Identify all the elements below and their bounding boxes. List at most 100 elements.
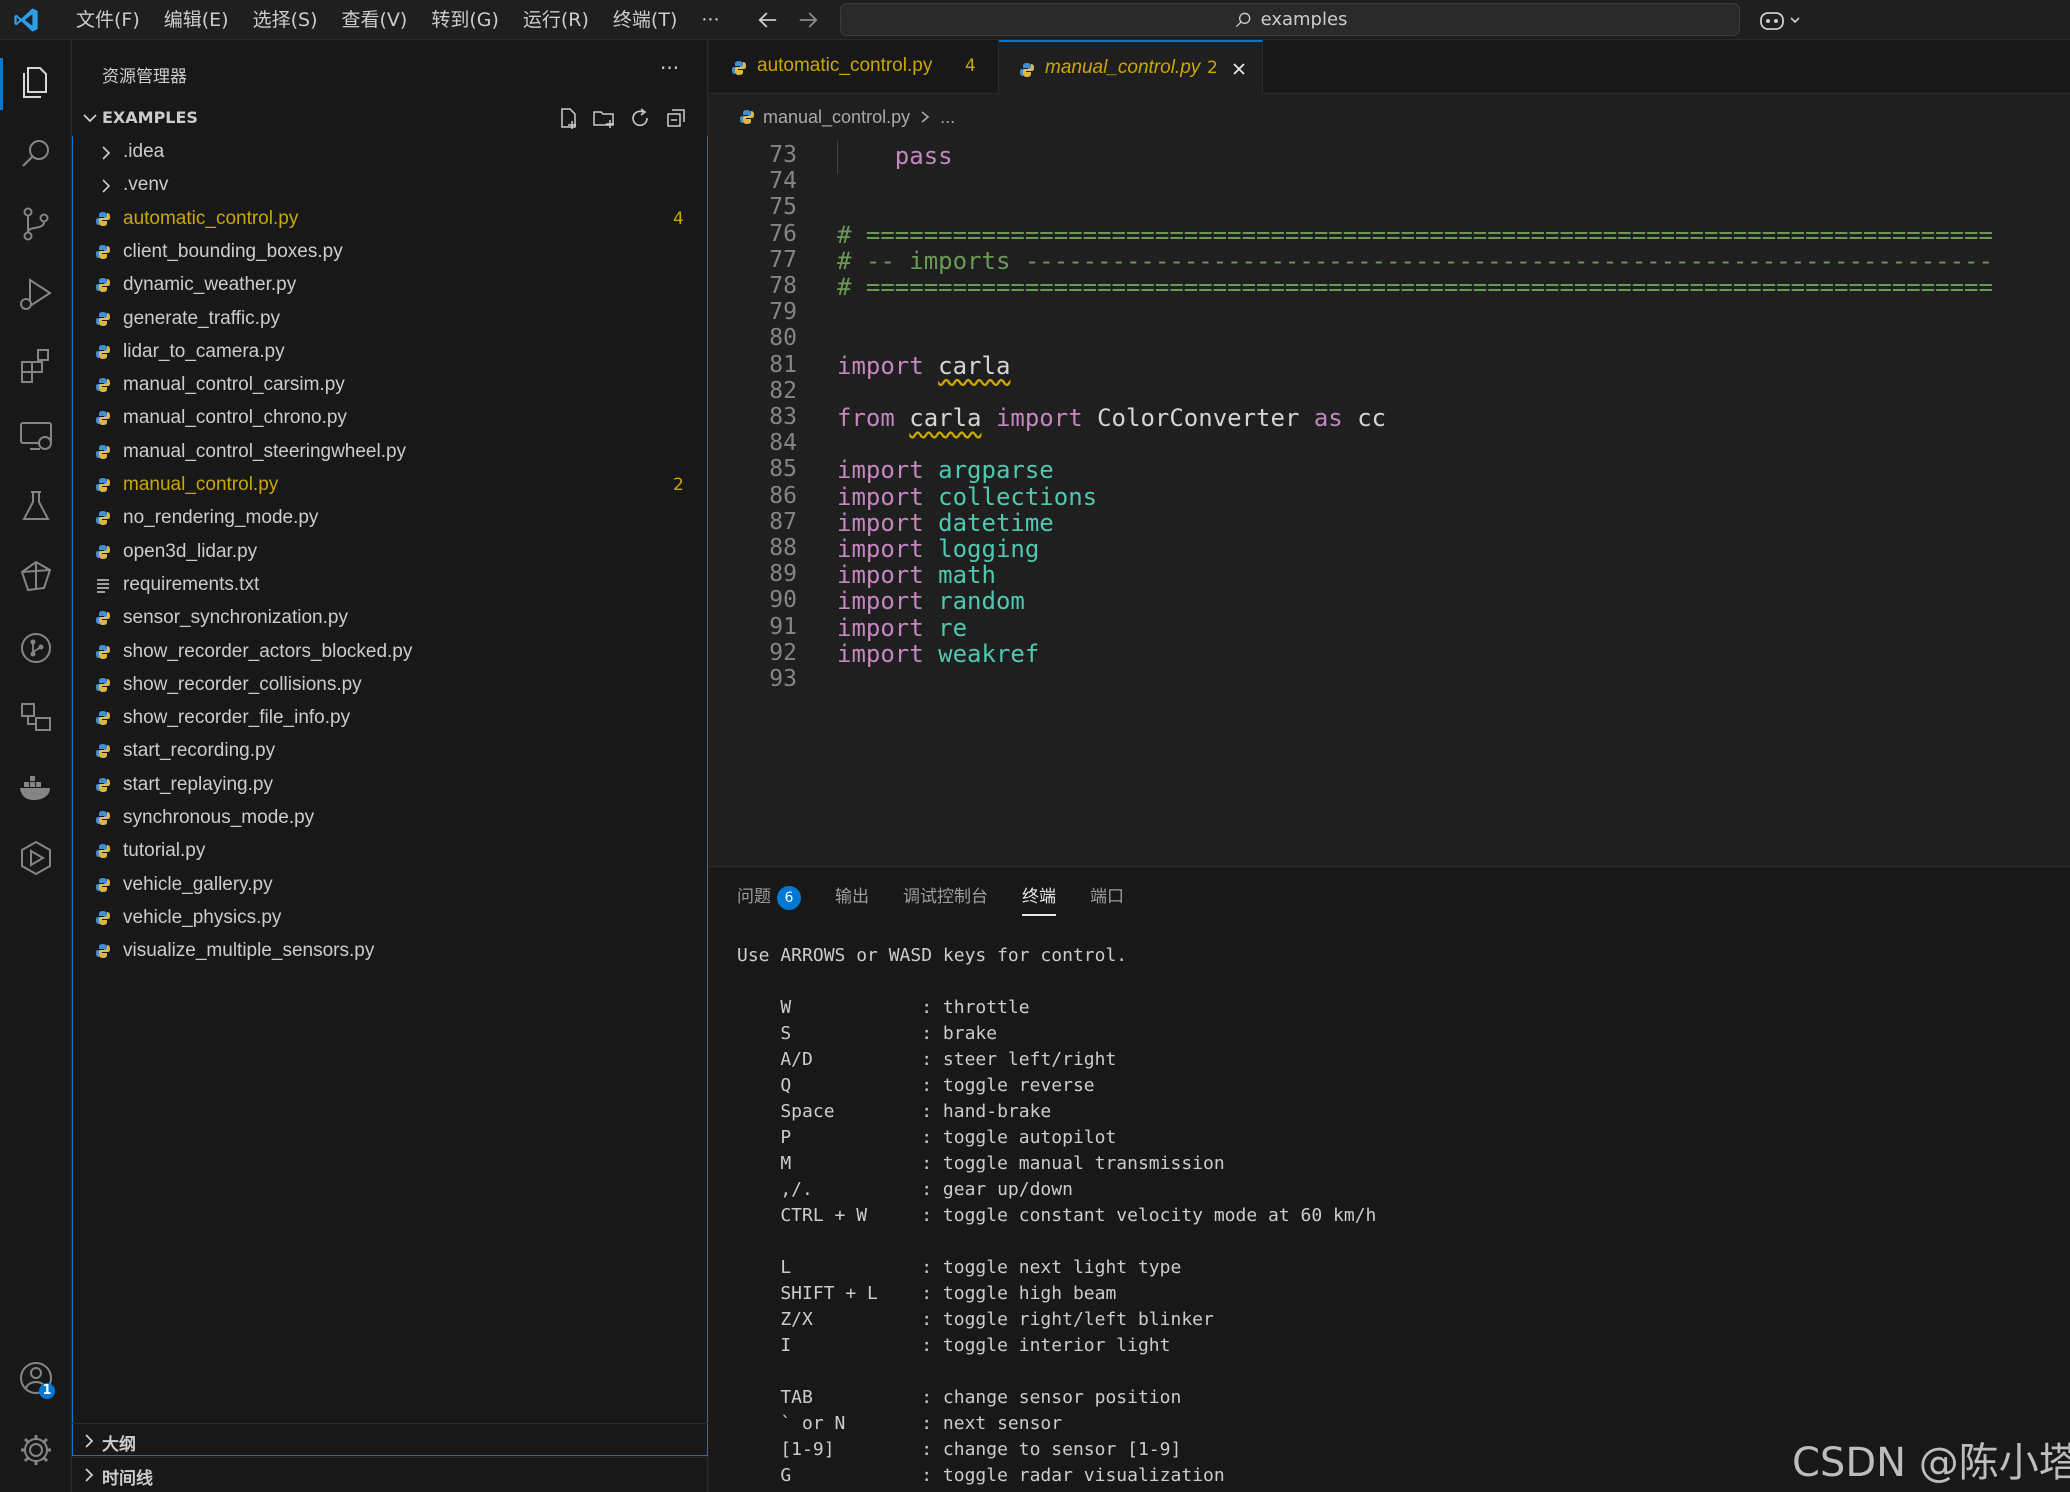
problem-count-badge: 2 (673, 475, 684, 495)
timeline-section[interactable]: 时间线 (72, 1457, 708, 1491)
file-item[interactable]: show_recorder_file_info.py (73, 702, 707, 735)
outline-section[interactable]: 大纲 (72, 1423, 708, 1457)
panel-tab[interactable]: 问题 6 (737, 882, 801, 912)
panel-tab[interactable]: 调试控制台 (903, 882, 988, 912)
panel-tab[interactable]: 输出 (835, 882, 869, 912)
forward-arrow-icon[interactable] (794, 6, 822, 34)
carla-plugin-icon[interactable] (14, 554, 58, 598)
file-item[interactable]: generate_traffic.py (73, 303, 707, 336)
collapse-all-icon[interactable] (662, 104, 690, 132)
file-item[interactable]: open3d_lidar.py (73, 536, 707, 569)
line-number: 83 (769, 404, 797, 430)
extensions-icon[interactable] (14, 342, 58, 386)
close-icon[interactable] (1229, 59, 1249, 79)
menu-item[interactable]: 转到(G) (419, 0, 511, 40)
search-icon[interactable] (14, 132, 58, 176)
file-item[interactable]: manual_control.py 2 (73, 469, 707, 502)
editor-area: automatic_control.py 4 manual_control.py… (709, 40, 2070, 866)
terminal-line: W : throttle (737, 997, 1030, 1018)
breadcrumb-symbol[interactable]: ... (940, 107, 955, 128)
more-actions-icon[interactable]: ··· (660, 56, 679, 80)
sql-tools-icon[interactable] (14, 696, 58, 740)
terminal-line: S : brake (737, 1023, 998, 1044)
testing-icon[interactable] (14, 484, 58, 528)
file-item[interactable]: tutorial.py (73, 835, 707, 868)
python-file-icon (95, 810, 111, 826)
file-item[interactable]: start_replaying.py (73, 769, 707, 802)
copilot-icon[interactable] (1758, 6, 1804, 34)
command-center-text: examples (1260, 9, 1348, 30)
remote-explorer-icon[interactable] (14, 414, 58, 458)
python-file-icon (95, 510, 111, 526)
file-item[interactable]: start_recording.py (73, 735, 707, 768)
python-file-icon (95, 377, 111, 393)
menu-item[interactable]: 选择(S) (241, 0, 330, 40)
file-item[interactable]: no_rendering_mode.py (73, 502, 707, 535)
folder-item[interactable]: .idea (73, 136, 707, 169)
file-item[interactable]: manual_control_chrono.py (73, 402, 707, 435)
python-file-icon (95, 843, 111, 859)
menu-item[interactable]: 终端(T) (601, 0, 689, 40)
tab-automatic-control[interactable]: automatic_control.py 4 (709, 40, 999, 94)
problem-count-badge: 2 (1207, 58, 1218, 78)
file-item[interactable]: client_bounding_boxes.py (73, 236, 707, 269)
watermark: CSDN @陈小塔 (1792, 1440, 2070, 1486)
line-number: 81 (769, 351, 797, 378)
terminal-line: A/D : steer left/right (737, 1049, 1117, 1070)
menu-item[interactable]: 编辑(E) (152, 0, 241, 40)
file-item[interactable]: requirements.txt (73, 569, 707, 602)
back-arrow-icon[interactable] (754, 6, 782, 34)
line-number: 86 (769, 482, 797, 509)
file-item[interactable]: visualize_multiple_sensors.py (73, 935, 707, 968)
folder-item[interactable]: .venv (73, 169, 707, 202)
settings-gear-icon[interactable] (14, 1428, 58, 1472)
file-item[interactable]: lidar_to_camera.py (73, 336, 707, 369)
refresh-icon[interactable] (626, 104, 654, 132)
menu-item[interactable]: 运行(R) (511, 0, 601, 40)
panel-tab[interactable]: 终端 (1022, 882, 1056, 916)
line-number: 85 (769, 456, 797, 483)
python-file-icon (95, 610, 111, 626)
menu-item[interactable]: 查看(V) (330, 0, 420, 40)
new-file-icon[interactable] (554, 104, 582, 132)
active-indicator (0, 58, 3, 110)
file-item[interactable]: vehicle_physics.py (73, 902, 707, 935)
code-editor[interactable]: 73 pass 74 75 76 # =========================… (709, 140, 2070, 860)
file-item[interactable]: manual_control_carsim.py (73, 369, 707, 402)
workspace-section-header[interactable]: EXAMPLES (72, 100, 708, 136)
file-name: vehicle_physics.py (123, 906, 282, 928)
file-item[interactable]: show_recorder_collisions.py (73, 669, 707, 702)
run-debug-icon[interactable] (14, 272, 58, 316)
terminal-output[interactable]: Use ARROWS or WASD keys for control. W :… (737, 943, 2037, 1489)
git-graph-icon[interactable] (14, 626, 58, 670)
file-item[interactable]: vehicle_gallery.py (73, 869, 707, 902)
file-item[interactable]: automatic_control.py 4 (73, 203, 707, 236)
menu-more-button[interactable]: ··· (689, 0, 731, 40)
source-control-icon[interactable] (14, 202, 58, 246)
workspace-name: EXAMPLES (102, 108, 198, 127)
breadcrumb: manual_control.py ... (739, 104, 955, 130)
menu-item[interactable]: 文件(F) (64, 0, 152, 40)
terminal-line: Space : hand-brake (737, 1101, 1052, 1122)
file-item[interactable]: dynamic_weather.py (73, 269, 707, 302)
tab-manual-control[interactable]: manual_control.py 2 (999, 40, 1263, 94)
bottom-panel: 问题 6 输出 调试控制台 终端 端口 Use ARROWS or WASD keys f… (709, 866, 2070, 1492)
new-folder-icon[interactable] (590, 104, 618, 132)
breadcrumb-file[interactable]: manual_control.py (763, 107, 910, 128)
file-item[interactable]: manual_control_steeringwheel.py (73, 436, 707, 469)
problem-count-badge: 4 (673, 208, 684, 229)
file-item[interactable]: show_recorder_actors_blocked.py (73, 636, 707, 669)
chevron-right-icon (921, 111, 930, 123)
kubernetes-hex-icon[interactable] (14, 836, 58, 880)
accounts-icon[interactable]: 1 (14, 1356, 58, 1400)
docker-icon[interactable] (14, 766, 58, 810)
explorer-icon[interactable] (14, 60, 58, 104)
file-item[interactable]: sensor_synchronization.py (73, 602, 707, 635)
command-center-search[interactable]: examples (840, 3, 1740, 36)
outline-label: 大纲 (102, 1435, 136, 1455)
file-item[interactable]: synchronous_mode.py (73, 802, 707, 835)
terminal-line: I : toggle interior light (737, 1335, 1171, 1356)
panel-tab[interactable]: 端口 (1090, 882, 1124, 912)
